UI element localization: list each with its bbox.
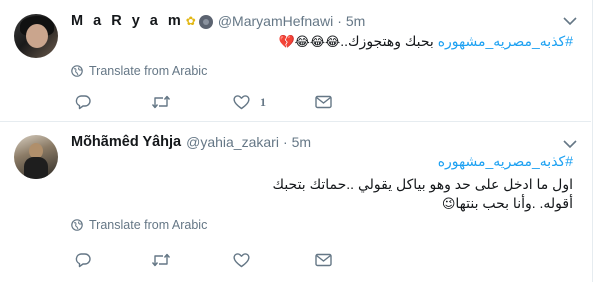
direct-message-button[interactable] <box>315 250 332 270</box>
timestamp[interactable]: 5m <box>346 13 365 29</box>
display-name[interactable]: Mõhãmêd Yâhja <box>71 134 181 150</box>
reply-icon <box>75 253 91 268</box>
translate-link[interactable]: Translate from Arabic <box>71 218 207 232</box>
avatar[interactable] <box>14 14 58 58</box>
retweet-icon <box>151 253 171 267</box>
display-name[interactable]: M a R y a m <box>71 13 184 29</box>
emoji-sequence: 😂😂😂💔 <box>278 34 341 49</box>
tweet-text: #كذبه_مصريه_مشهوره اول ما ادخل على حد وه… <box>71 152 573 213</box>
username[interactable]: @MaryamHefnawi <box>218 13 333 29</box>
like-button[interactable] <box>233 250 250 270</box>
envelope-icon <box>315 95 332 109</box>
reply-icon <box>75 95 91 110</box>
retweet-button[interactable] <box>151 250 171 270</box>
tweet[interactable]: Mõhãmêd Yâhja @yahia_zakari · 5m #كذبه_م… <box>0 122 591 282</box>
hashtag-link[interactable]: #كذبه_مصريه_مشهوره <box>438 153 573 169</box>
reply-button[interactable] <box>75 250 91 270</box>
retweet-button[interactable] <box>151 92 171 112</box>
retweet-icon <box>151 95 171 109</box>
envelope-icon <box>315 253 332 267</box>
translate-link[interactable]: Translate from Arabic <box>71 64 207 78</box>
hashtag-link[interactable]: #كذبه_مصريه_مشهوره <box>438 33 573 49</box>
globe-icon <box>71 219 83 231</box>
heart-icon <box>233 253 250 268</box>
tweet-body-line: أقوله. .وأنا بحب بنتها <box>455 195 573 211</box>
direct-message-button[interactable] <box>315 92 332 112</box>
separator: · <box>337 13 342 29</box>
like-count: 1 <box>260 94 266 109</box>
translate-label: Translate from Arabic <box>89 218 208 232</box>
tweet-text: #كذبه_مصريه_مشهوره بحبك وهتجوزك..😂😂😂💔 <box>71 32 573 51</box>
tweet-actions: 1 <box>71 92 371 112</box>
translate-label: Translate from Arabic <box>89 64 208 78</box>
timestamp[interactable]: 5m <box>292 134 311 150</box>
globe-icon <box>71 65 83 77</box>
tweet-header: M a R y a m ✿ @MaryamHefnawi · 5m <box>71 11 365 31</box>
username[interactable]: @yahia_zakari <box>186 134 279 150</box>
wink-emoji: 😉 <box>441 196 456 211</box>
chevron-down-icon[interactable] <box>563 139 577 149</box>
heart-icon <box>233 95 250 110</box>
avatar[interactable] <box>14 135 58 179</box>
moon-emoji-icon <box>198 15 213 29</box>
tweet-body: بحبك وهتجوزك.. <box>340 33 438 49</box>
chevron-down-icon[interactable] <box>563 16 577 26</box>
reply-button[interactable] <box>75 92 91 112</box>
timeline: M a R y a m ✿ @MaryamHefnawi · 5m #كذبه_… <box>0 0 593 282</box>
flower-emoji-icon: ✿ <box>185 14 196 28</box>
tweet-body-line: اول ما ادخل على حد وهو بياكل يقولي ..حما… <box>272 176 573 192</box>
tweet-actions <box>71 250 371 270</box>
like-button[interactable]: 1 <box>233 92 266 112</box>
tweet-header: Mõhãmêd Yâhja @yahia_zakari · 5m <box>71 132 311 152</box>
separator: · <box>282 134 288 150</box>
tweet[interactable]: M a R y a m ✿ @MaryamHefnawi · 5m #كذبه_… <box>0 0 591 122</box>
